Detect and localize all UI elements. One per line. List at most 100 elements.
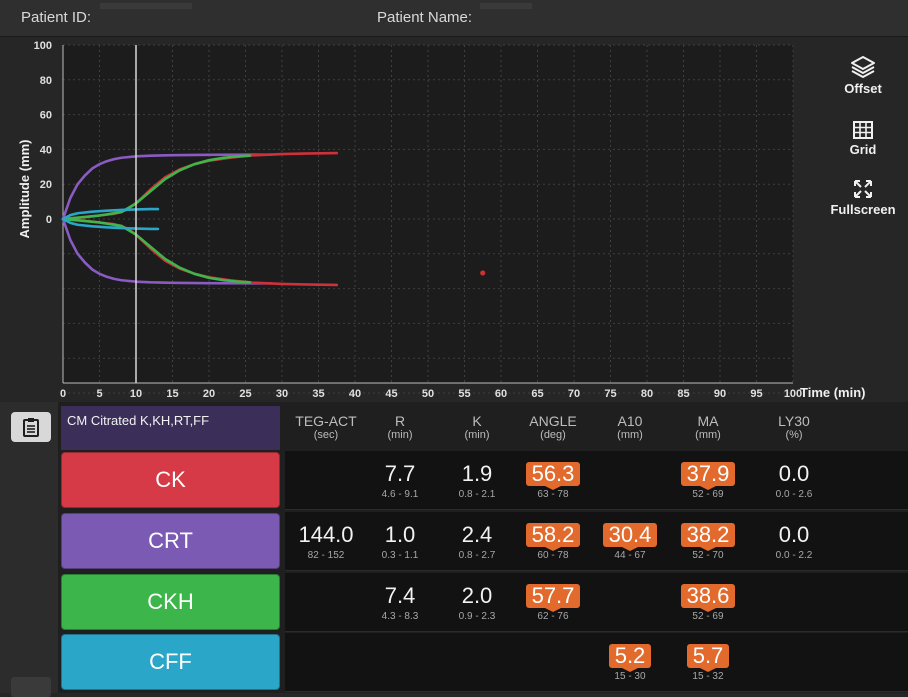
fullscreen-button[interactable]: Fullscreen [823,178,903,217]
result-value [290,462,362,486]
reference-range: 0.3 - 1.1 [381,550,419,561]
reference-range: 0.8 - 2.7 [458,550,496,561]
x-tick-label: 60 [495,388,507,400]
column-name: TEG-ACT [295,413,357,429]
sample-button-crt[interactable]: CRT [61,513,280,569]
result-cell: 5.2 15 - 30 [594,644,666,682]
x-tick-label: 40 [349,388,361,400]
patient-name-field [480,3,532,9]
grid-button[interactable]: Grid [823,120,903,157]
result-value: 2.0 [461,583,493,608]
result-value [290,644,362,668]
result-cell: 56.3 63 - 78 [517,462,589,500]
column-header-ma: MA (mm) [672,414,744,442]
result-cell [290,584,362,611]
left-toolbar [0,402,58,697]
result-cell [441,644,513,671]
flagged-value: 5.7 [686,644,730,672]
result-cell: 0.0 0.0 - 2.2 [758,522,830,562]
grid-label: Grid [849,142,877,157]
reference-range: 0.0 - 2.6 [775,489,813,500]
result-value [517,644,589,668]
results-table: CM Citrated K,KH,RT,FF TEG-ACT (sec) R (… [0,402,908,697]
x-tick-label: 20 [203,388,215,400]
x-tick-label: 95 [750,388,762,400]
result-cell: 2.4 0.8 - 2.7 [441,522,513,562]
result-cell [594,584,666,611]
flagged-value: 37.9 [680,462,736,490]
result-cell [290,644,362,671]
reference-range: 62 - 76 [537,611,569,622]
result-value [441,644,513,668]
column-unit: (min) [464,429,490,441]
result-value: 0.0 [778,522,810,547]
secondary-button[interactable] [11,677,51,697]
column-unit: (mm) [617,429,643,441]
result-cell: 2.0 0.9 - 2.3 [441,583,513,623]
sample-button-cff[interactable]: CFF [61,634,280,690]
reference-range: 4.3 - 8.3 [381,611,419,622]
sample-button-ckh[interactable]: CKH [61,574,280,630]
result-value [758,584,830,608]
column-unit: (sec) [313,429,339,441]
reference-range: 60 - 78 [537,550,569,561]
column-header-a10: A10 (mm) [594,413,666,442]
result-value: 2.4 [461,522,493,547]
x-tick-label: 65 [531,388,543,400]
result-cell: 1.0 0.3 - 1.1 [364,523,436,562]
reference-range: 4.6 - 9.1 [381,489,419,500]
x-tick-label: 5 [96,388,102,400]
result-cell: 58.2 60 - 78 [517,523,589,561]
flagged-value: 30.4 [602,523,658,551]
reference-range: 63 - 78 [537,489,569,500]
layers-icon [851,56,875,78]
reference-range: 52 - 70 [692,550,724,561]
result-value: 144.0 [298,522,354,547]
patient-header: Patient ID: Patient Name: [0,0,908,37]
x-tick-label: 30 [276,388,288,400]
result-cell: 7.7 4.6 - 9.1 [364,461,436,501]
column-name: A10 [617,413,643,429]
column-unit: (%) [785,429,803,441]
result-cell: 37.9 52 - 69 [672,462,744,500]
sample-button-ck[interactable]: CK [61,452,280,508]
y-tick-label: 80 [40,75,52,87]
result-value [364,644,436,668]
result-cell [517,644,589,671]
x-tick-label: 45 [385,388,397,400]
result-value: 0.0 [778,461,810,486]
y-tick-label: 40 [40,144,52,156]
profile-title: CM Citrated K,KH,RT,FF [61,406,280,450]
reference-range: 0.8 - 2.1 [458,489,496,500]
reference-range: 44 - 67 [614,550,646,561]
x-tick-label: 90 [714,388,726,400]
column-name: R [394,413,406,429]
result-cell: 30.4 44 - 67 [594,523,666,561]
result-cell: 7.4 4.3 - 8.3 [364,584,436,623]
reference-range: 52 - 69 [692,489,724,500]
result-cell: 144.0 82 - 152 [290,522,362,562]
result-cell: 0.0 0.0 - 2.6 [758,461,830,501]
x-tick-label: 75 [604,388,616,400]
tracing-plot[interactable]: 100 80 60 40 20 0 0 5 10 15 20 25 30 35 40 45 50 55 60 65 70… [0,37,908,400]
column-name: ANGLE [529,413,577,429]
result-cell: 57.7 62 - 76 [517,584,589,622]
x-tick-label: 35 [312,388,324,400]
reference-range: 15 - 32 [692,671,724,682]
column-header-angle: ANGLE (deg) [517,413,589,442]
x-tick-label: 55 [458,388,470,400]
offset-button[interactable]: Offset [823,55,903,96]
flagged-value: 58.2 [525,523,581,551]
x-axis-label: Time (min) [800,385,866,400]
column-unit: (mm) [695,429,721,441]
result-cell [364,644,436,671]
result-cell: 38.6 52 - 69 [672,584,744,622]
y-tick-label: 0 [46,214,52,226]
column-name: K [472,413,482,429]
tracing-chart[interactable]: 100 80 60 40 20 0 0 5 10 15 20 25 30 35 40 45 50 55 60 65 70… [0,37,908,400]
reference-range: 0.0 - 2.2 [775,550,813,561]
column-name: LY30 [778,413,810,429]
result-value: 7.7 [384,461,416,486]
report-button[interactable] [11,412,51,442]
result-cell: 5.7 15 - 32 [672,644,744,682]
